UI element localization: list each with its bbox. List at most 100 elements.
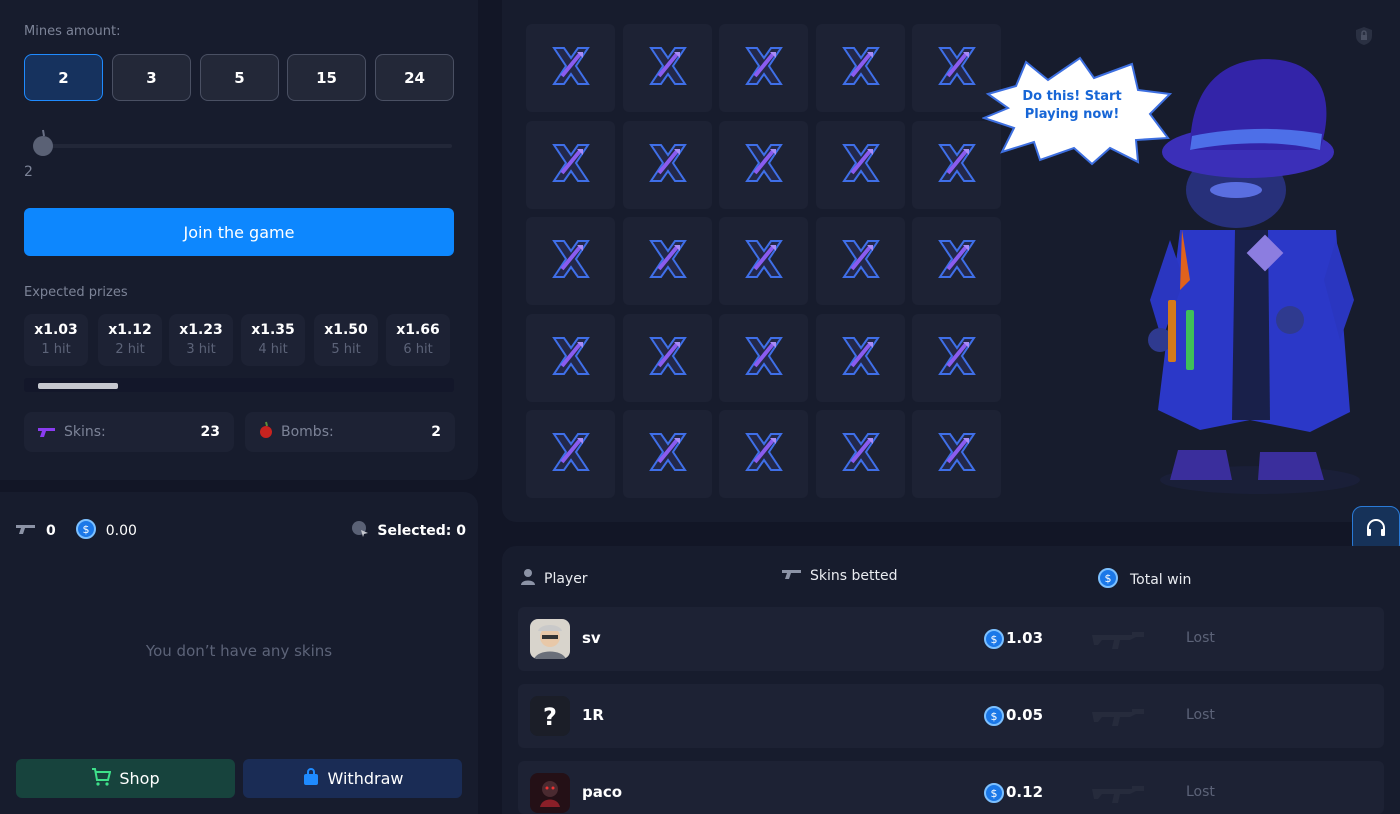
prize-card: x1.12 2 hit	[98, 314, 162, 366]
shop-button[interactable]: Shop	[16, 759, 235, 798]
mine-tile[interactable]	[623, 24, 712, 112]
gun-icon	[782, 568, 802, 584]
bet-amount: 1.03	[1006, 629, 1044, 647]
bet-status: Lost	[1186, 707, 1215, 723]
mine-tile[interactable]	[526, 217, 615, 305]
prize-multiplier: x1.50	[324, 322, 368, 338]
prize-multiplier: x1.03	[34, 322, 78, 338]
mine-tile[interactable]	[816, 121, 905, 209]
svg-text:$: $	[991, 710, 998, 723]
crossed-swords-logo-icon	[550, 334, 592, 382]
player-avatar	[530, 619, 570, 659]
skins-stat-label: Skins:	[64, 424, 106, 440]
mine-tile[interactable]	[526, 121, 615, 209]
prize-multiplier: x1.66	[396, 322, 440, 338]
inventory-skins-count: 0	[46, 523, 56, 539]
mine-tile[interactable]	[912, 410, 1001, 498]
crossed-swords-logo-icon	[936, 44, 978, 92]
svg-text:$: $	[82, 523, 89, 536]
mines-amount-label: Mines amount:	[24, 24, 121, 39]
mine-tile[interactable]	[526, 314, 615, 402]
prize-multiplier: x1.23	[179, 322, 223, 338]
gun-icon	[16, 523, 36, 539]
prize-hit-label: 6 hit	[403, 342, 433, 357]
select-icon	[351, 520, 369, 542]
mine-tile[interactable]	[623, 217, 712, 305]
mine-tile[interactable]	[816, 24, 905, 112]
crossed-swords-logo-icon	[743, 141, 785, 189]
crossed-swords-logo-icon	[550, 141, 592, 189]
player-avatar: ?	[530, 696, 570, 736]
header-player-label: Player	[544, 571, 588, 587]
crossed-swords-logo-icon	[840, 141, 882, 189]
mines-option-2[interactable]: 2	[24, 54, 103, 101]
mines-option-5[interactable]: 5	[200, 54, 279, 101]
bag-icon	[302, 767, 320, 790]
mine-tile[interactable]	[719, 410, 808, 498]
join-game-button[interactable]: Join the game	[24, 208, 454, 256]
mines-option-15[interactable]: 15	[287, 54, 366, 101]
mine-tile[interactable]	[719, 217, 808, 305]
prize-card: x1.23 3 hit	[169, 314, 233, 366]
bet-amount: 0.12	[1006, 783, 1044, 801]
shop-button-label: Shop	[119, 769, 160, 788]
crossed-swords-logo-icon	[840, 430, 882, 478]
expected-prizes-label: Expected prizes	[24, 285, 128, 300]
prize-hit-label: 2 hit	[115, 342, 145, 357]
withdraw-button[interactable]: Withdraw	[243, 759, 462, 798]
mines-option-3[interactable]: 3	[112, 54, 191, 101]
prize-card: x1.66 6 hit	[386, 314, 450, 366]
withdraw-button-label: Withdraw	[327, 769, 404, 788]
mines-slider-track[interactable]	[36, 144, 452, 148]
mine-tile[interactable]	[526, 24, 615, 112]
crossed-swords-logo-icon	[840, 237, 882, 285]
mine-tile[interactable]	[719, 314, 808, 402]
mine-tile[interactable]	[719, 24, 808, 112]
table-row[interactable]: sv $ 1.03 Lost	[518, 607, 1384, 671]
prize-progress-bar	[24, 378, 454, 392]
header-skins-label: Skins betted	[810, 568, 898, 584]
mine-tile[interactable]	[912, 314, 1001, 402]
mine-tile[interactable]	[719, 121, 808, 209]
mine-tile[interactable]	[623, 410, 712, 498]
selected-count: Selected: 0	[377, 523, 466, 539]
skins-stat-value: 23	[200, 424, 220, 440]
crossed-swords-logo-icon	[936, 334, 978, 382]
mine-tile[interactable]	[816, 314, 905, 402]
crossed-swords-logo-icon	[550, 430, 592, 478]
crossed-swords-logo-icon	[647, 141, 689, 189]
mine-tile[interactable]	[816, 217, 905, 305]
mine-tile[interactable]	[912, 217, 1001, 305]
prize-card: x1.03 1 hit	[24, 314, 88, 366]
crossed-swords-logo-icon	[840, 334, 882, 382]
mine-tile[interactable]	[526, 410, 615, 498]
table-row[interactable]: paco $ 0.12 Lost	[518, 761, 1384, 814]
crossed-swords-logo-icon	[743, 430, 785, 478]
bet-status: Lost	[1186, 784, 1215, 800]
mine-tile[interactable]	[816, 410, 905, 498]
mines-option-24[interactable]: 24	[375, 54, 454, 101]
rifle-icon	[1092, 704, 1148, 732]
header-total-win: $ Total win	[1098, 568, 1191, 592]
player-avatar	[530, 773, 570, 813]
table-row[interactable]: ? 1R $ 0.05 Lost	[518, 684, 1384, 748]
rifle-icon	[1092, 781, 1148, 809]
gun-icon	[38, 423, 56, 442]
crossed-swords-logo-icon	[936, 141, 978, 189]
crossed-swords-logo-icon	[647, 430, 689, 478]
bet-status: Lost	[1186, 630, 1215, 646]
player-name: paco	[582, 783, 623, 801]
crossed-swords-logo-icon	[550, 237, 592, 285]
prize-hit-label: 3 hit	[186, 342, 216, 357]
coin-icon: $	[1098, 568, 1118, 592]
mine-tile[interactable]	[623, 314, 712, 402]
cart-icon	[91, 767, 112, 790]
inventory-bar: 0 $ 0.00 Selected: 0	[16, 519, 466, 542]
bomb-slider-handle-icon[interactable]	[31, 128, 55, 158]
prize-hit-label: 1 hit	[41, 342, 71, 357]
crossed-swords-logo-icon	[936, 430, 978, 478]
crossed-swords-logo-icon	[647, 44, 689, 92]
mine-tile[interactable]	[623, 121, 712, 209]
crossed-swords-logo-icon	[743, 44, 785, 92]
coin-icon: $	[984, 783, 1004, 807]
